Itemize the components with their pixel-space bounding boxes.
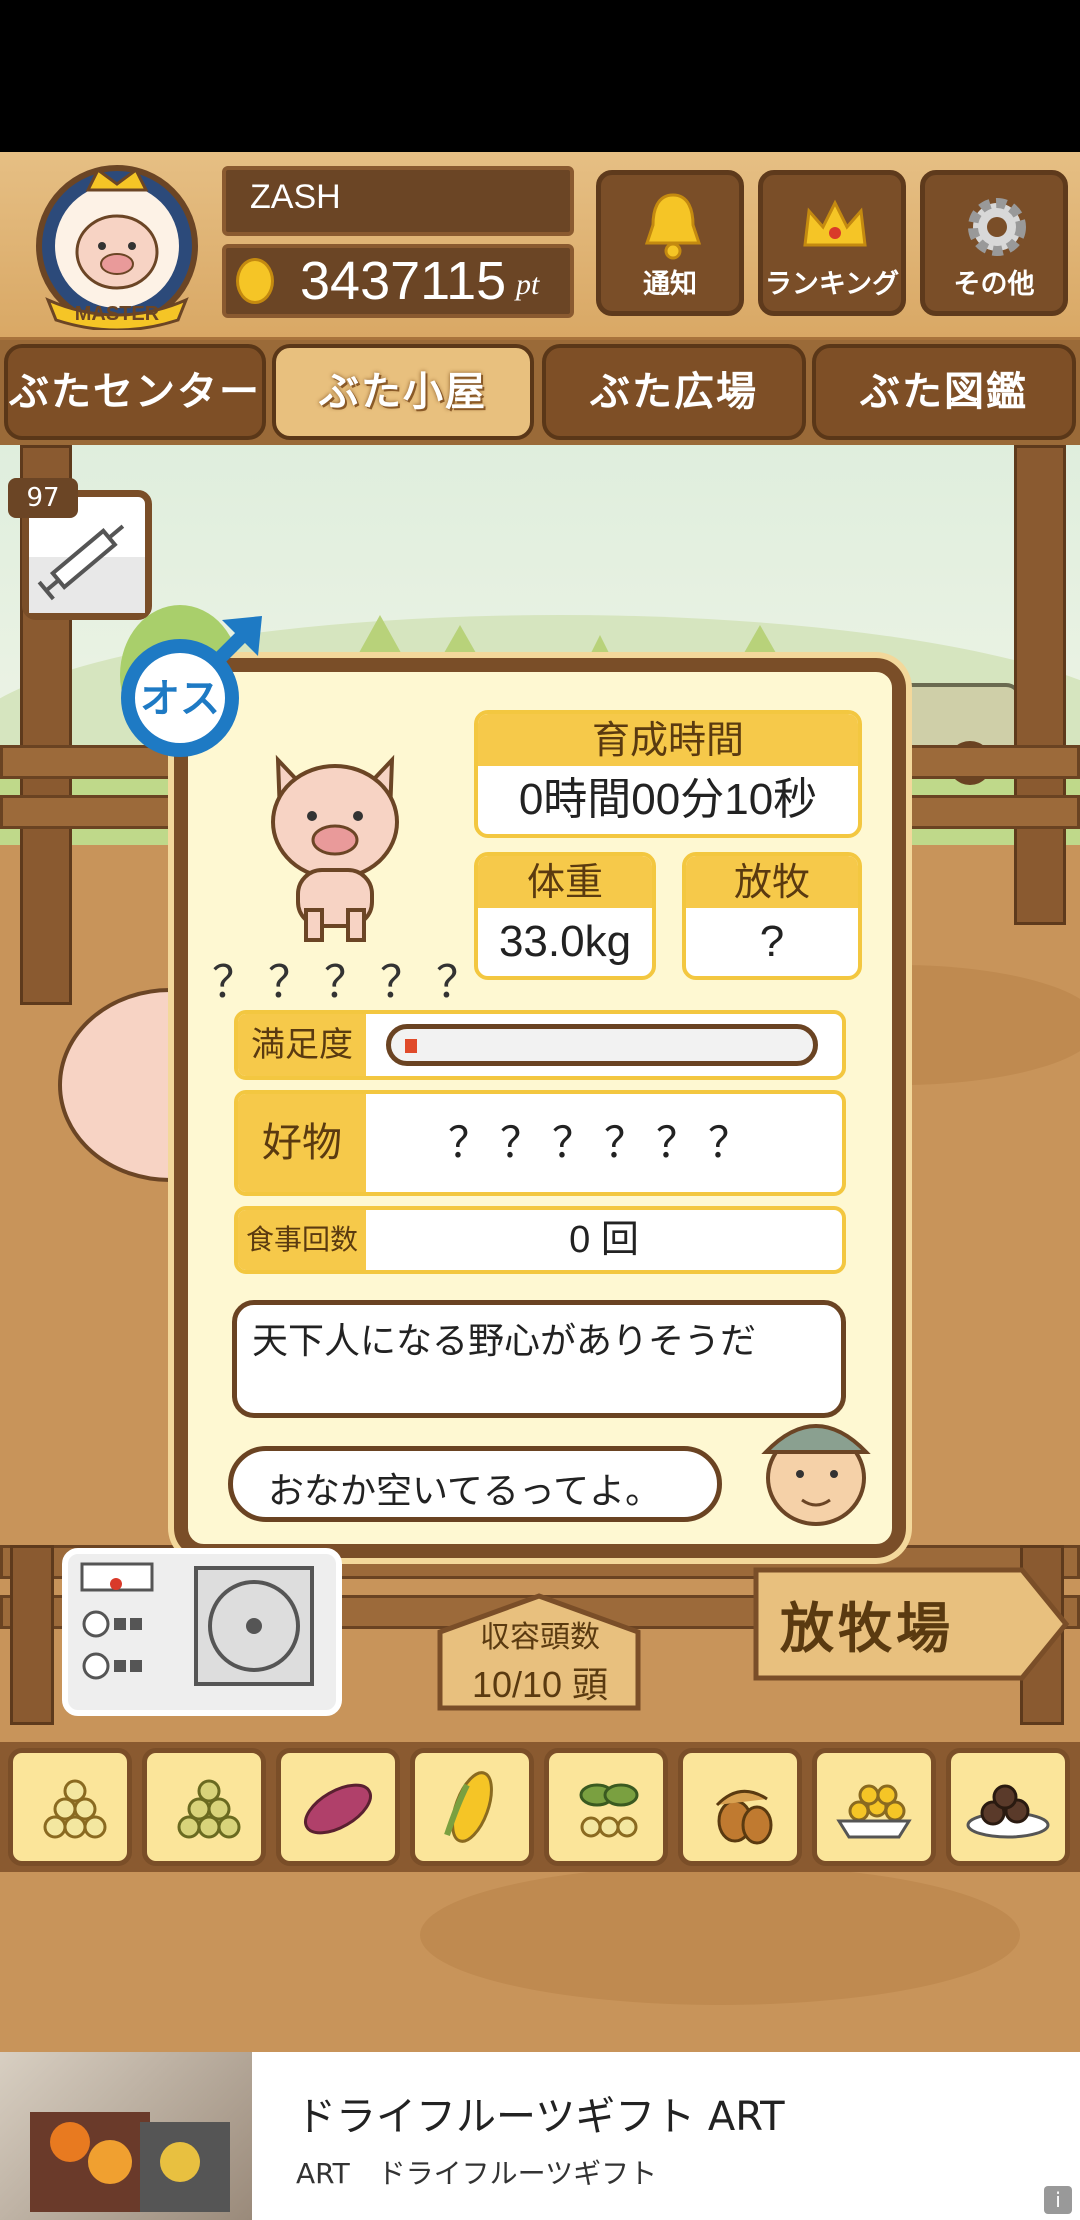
weight-box: 体重 33.0kg: [474, 852, 656, 980]
raising-time-value: 0時間00分10秒: [518, 775, 818, 824]
dumpling-plate-icon: [966, 1784, 1050, 1839]
tab-buta-center[interactable]: ぶたセンター: [4, 344, 266, 440]
favorite-food-label: 好物: [238, 1094, 366, 1192]
crown-icon: [803, 199, 867, 247]
farmer-face-icon: [754, 1400, 878, 1530]
ad-info-icon[interactable]: i: [1044, 2186, 1072, 2214]
svg-text:オス: オス: [140, 676, 220, 722]
background-pig: [58, 988, 190, 1182]
master-badge[interactable]: MASTER: [28, 160, 206, 332]
satisfaction-row: 満足度: [234, 1010, 846, 1080]
male-gender-icon: オス: [118, 610, 268, 760]
player-name: ZASH: [250, 178, 341, 216]
grazing-value: ?: [759, 917, 785, 966]
herb-icon: [579, 1783, 639, 1838]
ranking-button[interactable]: ランキング: [758, 170, 906, 316]
meal-count-value: 0 回: [569, 1219, 639, 1261]
acorn-icon: [715, 1789, 773, 1845]
food-slot[interactable]: [8, 1748, 132, 1866]
fence-post: [10, 1545, 54, 1725]
satisfaction-fill: [405, 1039, 417, 1053]
capacity-value: 10/10 頭: [471, 1664, 609, 1705]
pig-face-badge-icon: MASTER: [36, 165, 198, 332]
grazing-box: 放牧 ?: [682, 852, 862, 980]
farmer-message-text: おなか空いてるってよ。: [268, 1471, 662, 1512]
ranking-label: ランキング: [764, 269, 900, 300]
grain-bowl-icon: [836, 1784, 912, 1839]
food-slot[interactable]: [142, 1748, 266, 1866]
food-slot[interactable]: [812, 1748, 936, 1866]
food-slot[interactable]: [410, 1748, 534, 1866]
thermometer-fan-icon: [80, 1562, 314, 1686]
favorite-food-row: 好物 ？？？？？？: [234, 1090, 846, 1196]
grazing-field-sign-text: 放牧場: [780, 1597, 954, 1660]
food-slot[interactable]: [544, 1748, 668, 1866]
fence-post: [1014, 445, 1066, 925]
notification-button[interactable]: 通知: [596, 170, 744, 316]
grain-mix-icon: [43, 1779, 107, 1839]
grazing-label: 放牧: [686, 856, 858, 908]
grain-green-icon: [177, 1779, 241, 1839]
favorite-food-value: ？？？？？？: [447, 1118, 760, 1167]
weight-value: 33.0kg: [498, 917, 632, 966]
other-label: その他: [953, 269, 1035, 300]
equipment-panel[interactable]: [62, 1548, 342, 1716]
notification-label: 通知: [643, 269, 697, 300]
sweet-potato-icon: [304, 1783, 372, 1835]
satisfaction-bar: [386, 1024, 818, 1066]
status-bar-area: [0, 0, 1080, 152]
capacity-label: 収容頭数: [480, 1620, 600, 1655]
food-slot[interactable]: [946, 1748, 1070, 1866]
raising-time-box: 育成時間 0時間00分10秒: [474, 710, 862, 838]
food-slot[interactable]: [276, 1748, 400, 1866]
meal-count-row: 食事回数 0 回: [234, 1206, 846, 1274]
ad-product-image[interactable]: [0, 2052, 252, 2220]
svg-text:MASTER: MASTER: [75, 303, 160, 325]
other-button[interactable]: その他: [920, 170, 1068, 316]
weight-label: 体重: [478, 856, 652, 908]
food-slot[interactable]: [678, 1748, 802, 1866]
tab-buta-goya[interactable]: ぶた小屋: [272, 344, 534, 440]
raising-time-label: 育成時間: [478, 714, 858, 766]
tab-buta-hiroba[interactable]: ぶた広場: [542, 344, 806, 440]
comment-text: 天下人になる野心がありそうだ: [252, 1321, 757, 1362]
coin-icon: [236, 258, 274, 304]
gear-icon: [968, 198, 1026, 256]
satisfaction-label: 満足度: [238, 1014, 366, 1076]
tab-buta-zukan[interactable]: ぶた図鑑: [812, 344, 1076, 440]
points-value: 3437115: [300, 251, 507, 311]
ad-title[interactable]: ドライフルーツギフト ART: [296, 2084, 785, 2142]
points-unit: pt: [516, 268, 540, 301]
bell-icon: [644, 193, 702, 260]
ad-subtitle[interactable]: ART ドライフルーツギフト: [296, 2152, 657, 2192]
ground-patch: [420, 1865, 1020, 2005]
meal-count-label: 食事回数: [238, 1210, 366, 1270]
item-count: 97: [8, 478, 78, 518]
corn-icon: [444, 1771, 493, 1843]
pig-name: ？？？？？: [212, 957, 492, 1008]
pig-character: [250, 740, 420, 950]
